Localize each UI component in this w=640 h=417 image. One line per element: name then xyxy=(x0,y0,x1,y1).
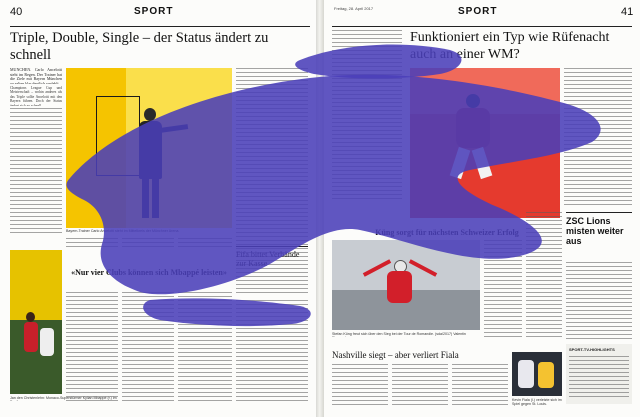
spread-gutter xyxy=(316,0,324,417)
fiala-caption: Kevin Fiala (l.) verletzte sich im Spiel… xyxy=(512,398,562,407)
left-page-number: 40 xyxy=(10,6,23,18)
box-rule xyxy=(566,212,632,213)
text-column xyxy=(66,292,118,404)
right-headline: Funktioniert ein Typ wie Rüfenacht auch … xyxy=(410,30,610,62)
text-column xyxy=(332,30,402,200)
left-headline: Triple, Double, Single – der Status ände… xyxy=(10,30,269,63)
header-rule xyxy=(332,26,632,27)
fifa-box-text xyxy=(236,300,308,404)
right-section-label: SPORT xyxy=(458,6,498,17)
text-column xyxy=(122,292,174,404)
text-column xyxy=(484,240,522,340)
text-column xyxy=(452,364,508,408)
fifa-box-headline: Fifa bittet Verbände zur Kasse xyxy=(236,250,300,268)
tv-highlights-label: SPORT-TV-HIGHLIGHTS xyxy=(569,347,615,352)
mbappe-photo xyxy=(10,250,62,394)
text-column xyxy=(564,68,632,208)
mbappe-subhead: «Nur vier Clubs können sich Mbappé leist… xyxy=(71,268,227,277)
newspaper-spread: 40 SPORT Triple, Double, Single – der St… xyxy=(0,0,640,417)
text-column xyxy=(122,238,174,248)
ancelotti-photo xyxy=(66,68,232,228)
photo-caption: Bayern-Trainer Carlo Ancelotti steht im … xyxy=(66,229,180,233)
date-line: Freitag, 28. April 2017 xyxy=(334,6,374,11)
text-column xyxy=(392,364,448,408)
text-column xyxy=(178,238,232,248)
fiala-photo xyxy=(512,352,562,396)
box-rule xyxy=(236,246,308,247)
text-column xyxy=(332,364,388,408)
hockey-photo xyxy=(410,68,560,218)
left-page: 40 SPORT Triple, Double, Single – der St… xyxy=(0,0,316,417)
kueng-caption: Stefan Küng freut sich über den Sieg bei… xyxy=(332,332,466,337)
header-rule xyxy=(10,26,310,27)
text-column xyxy=(10,108,62,233)
text-column xyxy=(66,238,118,248)
kueng-photo xyxy=(332,240,480,330)
text-column xyxy=(526,212,562,340)
left-section-label: SPORT xyxy=(134,6,174,17)
body-excerpt: Champions League Cup und Meisterschaft –… xyxy=(10,86,62,106)
tv-listings xyxy=(569,356,629,400)
nashville-headline: Nashville siegt – aber verliert Fiala xyxy=(332,350,459,360)
text-column xyxy=(178,292,232,404)
right-page-number: 41 xyxy=(621,6,634,18)
tv-highlights-box: SPORT-TV-HIGHLIGHTS xyxy=(566,344,632,404)
zsc-box-headline: ZSC Lions misten weiter aus xyxy=(566,216,624,246)
lead-text: MÜNCHEN. Carlo Ancelotti steht im Regen.… xyxy=(10,68,62,84)
zsc-box-text xyxy=(566,262,632,342)
right-page: Freitag, 28. April 2017 SPORT 41 Funktio… xyxy=(324,0,640,417)
